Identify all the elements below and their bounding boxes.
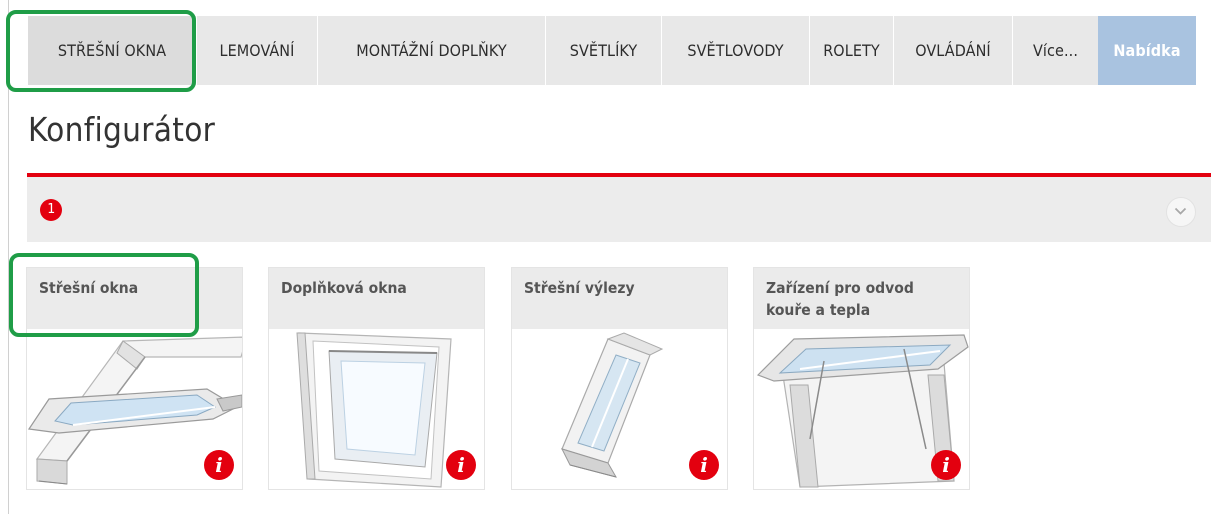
left-border: [8, 0, 9, 514]
category-title: Střešní výlezy: [512, 268, 727, 329]
info-icon[interactable]: i: [204, 450, 234, 480]
nav-item-lemovani[interactable]: LEMOVÁNÍ: [196, 16, 317, 85]
nav-item-svetliky[interactable]: SVĚTLÍKY: [545, 16, 661, 85]
nav-item-vice[interactable]: Více...: [1012, 16, 1098, 85]
info-icon[interactable]: i: [446, 450, 476, 480]
nav-item-svetlovody[interactable]: SVĚTLOVODY: [661, 16, 809, 85]
nav-item-stresni-okna[interactable]: STŘEŠNÍ OKNA: [28, 16, 196, 85]
nav-item-ovladani[interactable]: OVLÁDÁNÍ: [893, 16, 1012, 85]
category-card-doplnkova-okna[interactable]: Doplňková okna i: [268, 267, 485, 490]
step-number-badge: 1: [40, 199, 62, 221]
nav-item-rolety[interactable]: ROLETY: [809, 16, 893, 85]
category-card-stresni-okna[interactable]: Střešní okna i: [26, 267, 243, 490]
category-card-odvod-koure[interactable]: Zařízení pro odvod kouře a tepla i: [753, 267, 970, 490]
main-nav: STŘEŠNÍ OKNA LEMOVÁNÍ MONTÁŽNÍ DOPLŇKY S…: [28, 16, 1196, 85]
chevron-down-icon: [1174, 207, 1187, 215]
category-title: Střešní okna: [27, 268, 242, 329]
category-card-stresni-vylezy[interactable]: Střešní výlezy i: [511, 267, 728, 490]
page-title: Konfigurátor: [28, 110, 216, 149]
expand-step-button[interactable]: [1166, 197, 1196, 227]
category-title: Doplňková okna: [269, 268, 484, 329]
nav-item-montazni-doplnky[interactable]: MONTÁŽNÍ DOPLŇKY: [317, 16, 545, 85]
info-icon[interactable]: i: [931, 450, 961, 480]
category-title: Zařízení pro odvod kouře a tepla: [754, 268, 969, 329]
offer-button[interactable]: Nabídka: [1098, 16, 1196, 85]
info-icon[interactable]: i: [689, 450, 719, 480]
step-bar: 1: [27, 177, 1211, 242]
